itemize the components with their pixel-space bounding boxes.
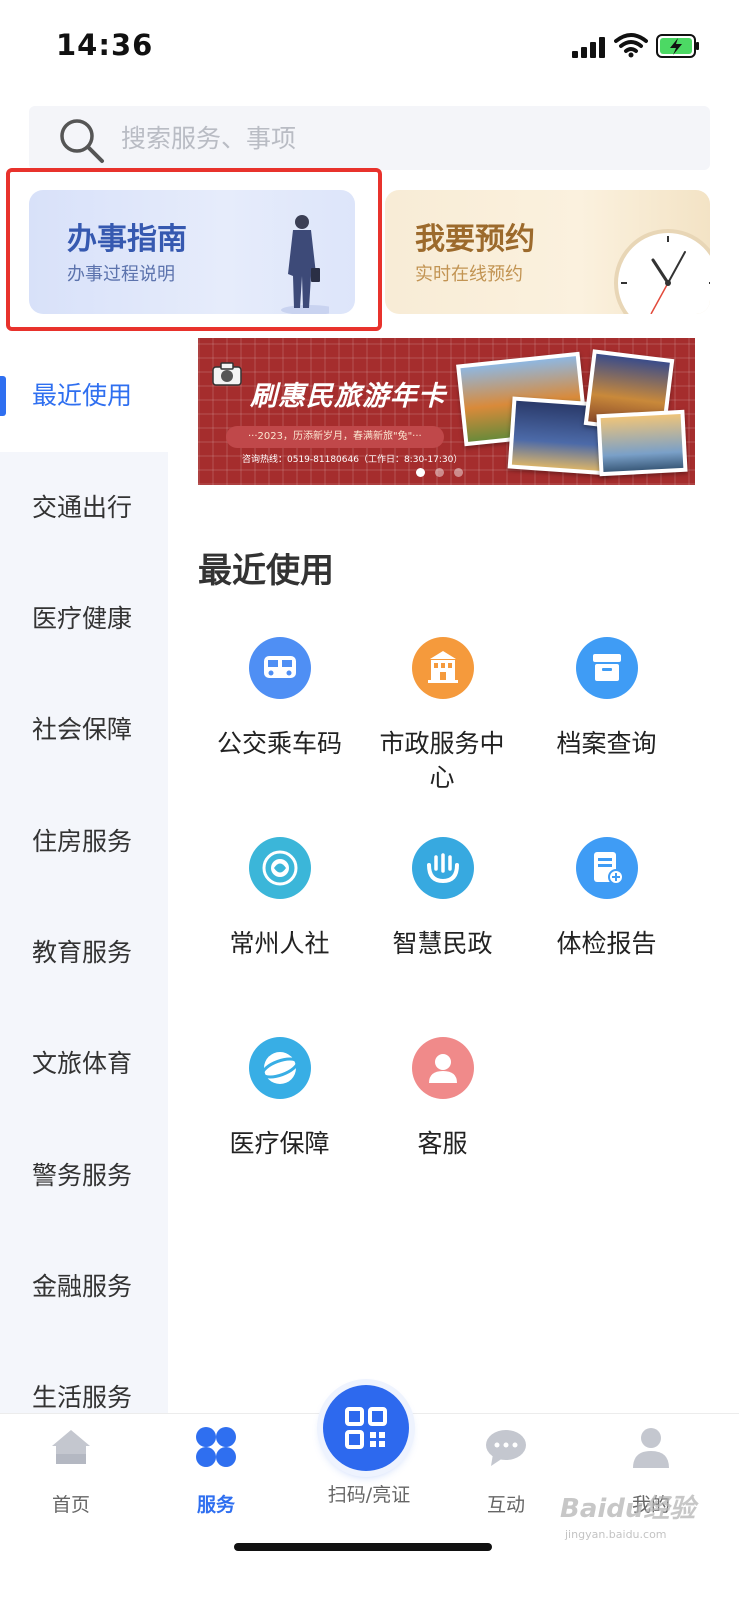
- pagination-dot: [454, 468, 463, 477]
- search-icon: [60, 119, 104, 163]
- status-bar: 14:36: [0, 0, 739, 90]
- category-sidebar: 最近使用 交通出行 医疗健康 社会保障 住房服务 教育服务 文旅体育 警务服务 …: [0, 340, 168, 1420]
- service-label: 体检报告: [556, 929, 657, 958]
- sidebar-item-label: 生活服务: [32, 1383, 133, 1412]
- sidebar-item-label: 社会保障: [32, 715, 133, 744]
- clock-icon: [614, 229, 710, 314]
- tab-home[interactable]: 首页: [16, 1424, 126, 1517]
- home-indicator[interactable]: [234, 1543, 492, 1551]
- sidebar-item-label: 金融服务: [32, 1272, 133, 1301]
- chs-globe-icon: [248, 1037, 311, 1099]
- service-label: 档案查询: [556, 729, 657, 758]
- active-indicator: [0, 376, 6, 416]
- medical-report-icon: [575, 837, 638, 899]
- service-archive-query[interactable]: 档案查询: [524, 637, 689, 761]
- banner-slogan: ···2023，历添新岁月，春满新旅"兔"···: [226, 426, 444, 448]
- appointment-card[interactable]: 我要预约 实时在线预约: [385, 190, 710, 314]
- service-medical-report[interactable]: 体检报告: [524, 837, 689, 961]
- service-label: 医疗保障: [229, 1129, 330, 1158]
- camera-icon: [212, 362, 242, 386]
- service-smart-civil-affairs[interactable]: 智慧民政: [360, 837, 525, 961]
- service-medical-security[interactable]: 医疗保障: [197, 1037, 362, 1161]
- appointment-title: 我要预约: [415, 222, 535, 257]
- service-bus-code[interactable]: 公交乘车码: [197, 637, 362, 761]
- sidebar-item-recent[interactable]: 最近使用: [0, 340, 168, 452]
- sidebar-item-label: 交通出行: [32, 493, 133, 522]
- sidebar-item-label: 警务服务: [32, 1161, 133, 1190]
- section-title: 最近使用: [198, 551, 334, 591]
- promo-banner[interactable]: 刷惠民旅游年卡 ···2023，历添新岁月，春满新旅"兔"··· 咨询热线：05…: [198, 338, 695, 485]
- sidebar-item-transport[interactable]: 交通出行: [0, 452, 168, 564]
- qr-code-icon: [345, 1407, 387, 1449]
- sidebar-item-label: 最近使用: [32, 381, 133, 410]
- highlight-annotation-frame: [6, 168, 382, 331]
- battery-charging-icon: [656, 34, 699, 58]
- sidebar-item-housing[interactable]: 住房服务: [0, 786, 168, 898]
- banner-pagination: [416, 462, 473, 481]
- sidebar-item-label: 医疗健康: [32, 604, 133, 633]
- sidebar-item-label: 教育服务: [32, 938, 133, 967]
- sidebar-item-label: 文旅体育: [32, 1049, 133, 1078]
- photo-lake: [596, 409, 688, 477]
- baidu-watermark: Baidu经验: [560, 1494, 696, 1524]
- archive-box-icon: [575, 637, 638, 699]
- search-input[interactable]: [121, 106, 681, 170]
- tab-label: 服务: [196, 1494, 235, 1516]
- chat-bubble-icon: [483, 1424, 529, 1470]
- customer-service-icon: [411, 1037, 474, 1099]
- user-icon: [628, 1424, 674, 1470]
- service-changzhou-hr[interactable]: 常州人社: [197, 837, 362, 961]
- service-customer-service[interactable]: 客服: [360, 1037, 525, 1161]
- pagination-dot-active: [416, 468, 425, 477]
- baidu-watermark-url: jingyan.baidu.com: [565, 1528, 667, 1541]
- cellular-signal-icon: [572, 36, 606, 58]
- tab-label: 首页: [51, 1494, 90, 1516]
- wifi-icon: [614, 33, 648, 58]
- tab-interaction[interactable]: 互动: [451, 1424, 561, 1517]
- sidebar-item-medical[interactable]: 医疗健康: [0, 563, 168, 675]
- service-label: 常州人社: [229, 929, 330, 958]
- tab-services[interactable]: 服务: [161, 1424, 271, 1517]
- service-label: 市政服务中心: [379, 729, 505, 792]
- civil-affairs-hands-icon: [411, 837, 474, 899]
- status-time: 14:36: [56, 28, 154, 62]
- home-icon: [48, 1424, 94, 1470]
- sidebar-item-police[interactable]: 警务服务: [0, 1120, 168, 1232]
- services-grid-icon: [193, 1424, 239, 1470]
- scan-button[interactable]: [323, 1385, 409, 1471]
- bus-icon: [248, 637, 311, 699]
- pagination-dot: [435, 468, 444, 477]
- sidebar-item-finance[interactable]: 金融服务: [0, 1231, 168, 1343]
- service-label: 公交乘车码: [216, 729, 342, 758]
- appointment-subtitle: 实时在线预约: [415, 264, 523, 285]
- service-label: 客服: [417, 1129, 468, 1158]
- banner-title: 刷惠民旅游年卡: [250, 381, 446, 412]
- building-icon: [411, 637, 474, 699]
- sidebar-item-culture-sports[interactable]: 文旅体育: [0, 1008, 168, 1120]
- tab-label: 扫码/亮证: [327, 1484, 411, 1506]
- tab-label: 互动: [486, 1494, 525, 1516]
- sidebar-item-label: 住房服务: [32, 827, 133, 856]
- social-security-emblem-icon: [248, 837, 311, 899]
- service-municipal-center[interactable]: 市政服务中心: [360, 637, 525, 795]
- service-label: 智慧民政: [392, 929, 493, 958]
- sidebar-item-social-security[interactable]: 社会保障: [0, 674, 168, 786]
- sidebar-item-education[interactable]: 教育服务: [0, 897, 168, 1009]
- search-bar[interactable]: [29, 106, 710, 170]
